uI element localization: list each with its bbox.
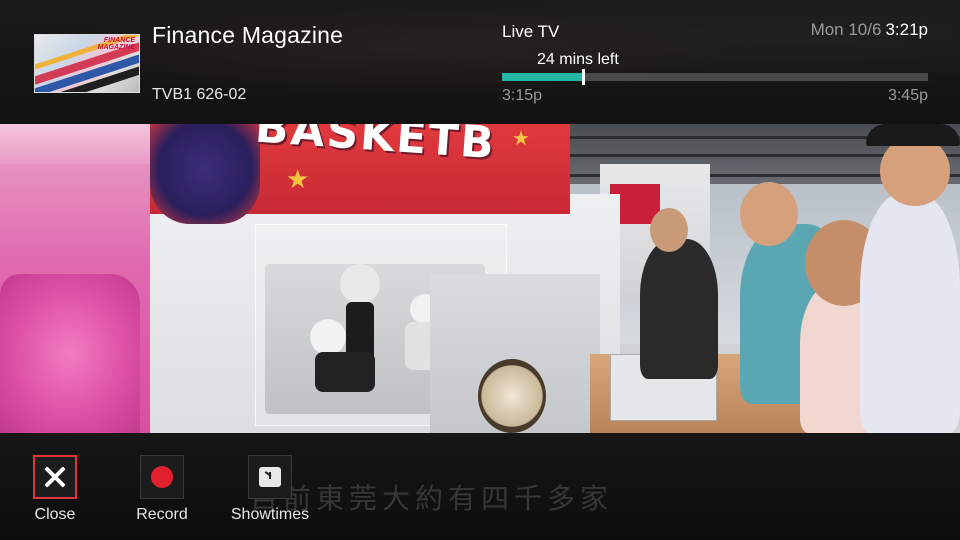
program-info-bar: FINANCE MAGAZINE Finance Magazine TVB1 6… — [0, 0, 960, 124]
record-button[interactable]: Record — [122, 455, 202, 524]
video-round-sign — [478, 359, 546, 433]
date-time: Mon 10/6 3:21p — [811, 20, 928, 40]
current-time: 3:21p — [885, 20, 928, 39]
video-pink-display-top — [0, 124, 150, 164]
program-thumbnail: FINANCE MAGAZINE — [34, 34, 140, 93]
video-figure — [340, 264, 380, 304]
record-label: Record — [136, 506, 188, 523]
video-person-cap — [866, 124, 960, 146]
showtimes-label: Showtimes — [230, 506, 310, 523]
video-pink-plush — [0, 274, 140, 433]
video-figure — [310, 319, 346, 355]
showtimes-button-box[interactable] — [248, 455, 292, 499]
start-time: 3:15p — [502, 87, 543, 104]
video-person-head — [880, 136, 950, 206]
video-person — [860, 194, 960, 433]
clock-icon — [259, 467, 281, 487]
video-person — [640, 239, 718, 379]
time-remaining: 24 mins left — [537, 51, 619, 68]
program-title: Finance Magazine — [152, 22, 344, 48]
channel-number: TVB1 626-02 — [152, 86, 247, 103]
record-button-box[interactable] — [140, 455, 184, 499]
video-person-head — [650, 208, 688, 252]
live-tv-label: Live TV — [502, 22, 560, 41]
end-time: 3:45p — [887, 87, 928, 104]
close-label: Close — [34, 506, 76, 523]
close-icon — [44, 466, 66, 488]
video-figure-body — [315, 352, 375, 392]
tv-screen: FINANCE MAGAZINE Finance Magazine TVB1 6… — [0, 0, 960, 540]
showtimes-button[interactable]: Showtimes — [230, 455, 310, 524]
current-date: Mon 10/6 — [810, 20, 882, 39]
video-person-head — [740, 182, 798, 246]
live-video-frame: BASKETB ★ ★ — [0, 124, 960, 433]
program-progress-bar — [502, 69, 928, 85]
star-icon: ★ — [286, 164, 310, 194]
progress-fill — [502, 73, 583, 81]
close-button[interactable]: Close — [15, 455, 95, 524]
video-banner-character — [150, 124, 260, 224]
thumbnail-logo-text: FINANCE MAGAZINE — [97, 37, 135, 51]
close-button-box[interactable] — [33, 455, 77, 499]
record-icon — [151, 466, 173, 488]
star-icon: ★ — [512, 128, 530, 150]
progress-marker — [581, 69, 585, 85]
